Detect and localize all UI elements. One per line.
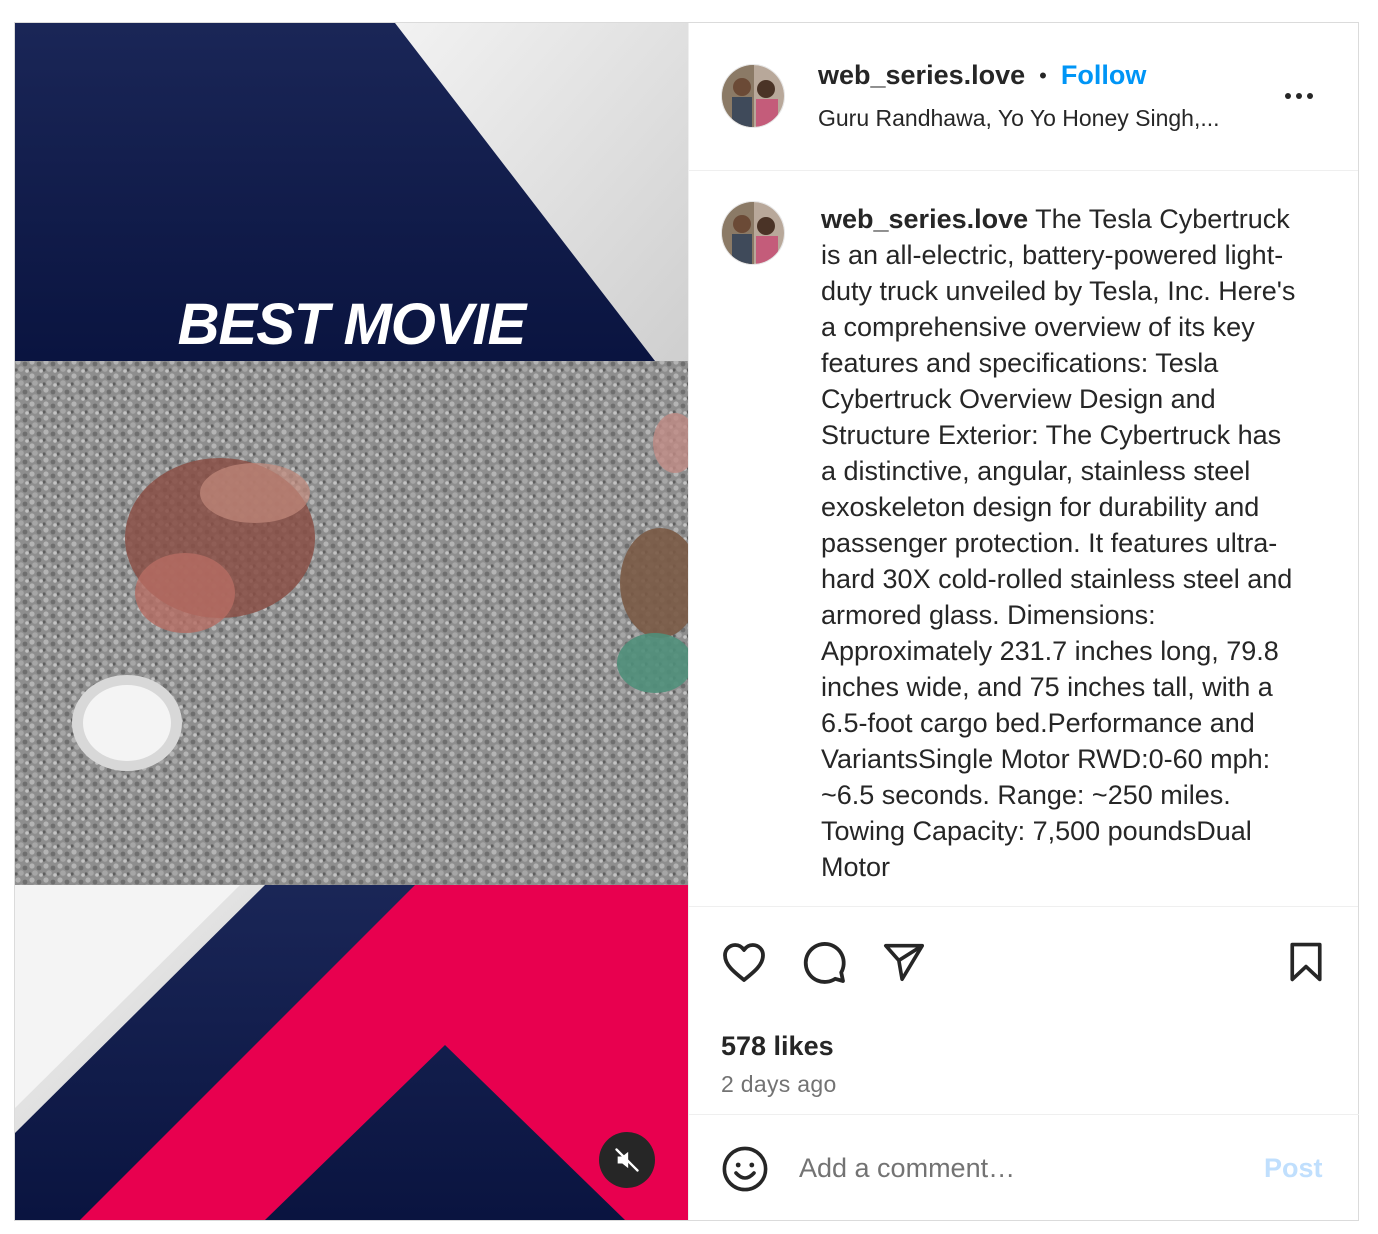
comment-bubble-icon	[803, 942, 846, 984]
header-separator: •	[1039, 62, 1047, 88]
smiley-icon	[722, 1146, 768, 1192]
heart-icon	[723, 943, 765, 982]
paper-plane-icon	[883, 943, 925, 982]
caption-text-block: web_series.love The Tesla Cybertruck is …	[821, 201, 1303, 885]
follow-button[interactable]: Follow	[1061, 60, 1146, 91]
like-button[interactable]	[719, 937, 769, 987]
header-user-row: web_series.love • Follow	[818, 60, 1146, 91]
likes-count[interactable]: 578 likes	[721, 1031, 834, 1062]
header-username[interactable]: web_series.love	[818, 60, 1025, 91]
share-button[interactable]	[879, 937, 929, 987]
post-comment-button[interactable]: Post	[1264, 1153, 1323, 1184]
save-button[interactable]	[1281, 937, 1331, 987]
comment-input[interactable]	[799, 1143, 1239, 1193]
more-horizontal-icon	[1285, 93, 1313, 99]
caption-username[interactable]: web_series.love	[821, 204, 1028, 234]
post-side-panel: web_series.love • Follow Guru Randhawa, …	[688, 23, 1359, 1220]
mute-toggle-button[interactable]	[599, 1132, 655, 1188]
video-frame	[15, 23, 688, 1220]
comment-bar: Post	[689, 1114, 1359, 1220]
post-media[interactable]: BEST MOVIE	[15, 23, 688, 1220]
emoji-picker-button[interactable]	[721, 1145, 769, 1193]
action-bar	[689, 907, 1358, 1005]
avatar[interactable]	[721, 64, 785, 128]
caption-avatar[interactable]	[721, 201, 785, 265]
avatar-image	[722, 65, 784, 127]
comment-button[interactable]	[799, 937, 849, 987]
post-timestamp[interactable]: 2 days ago	[721, 1071, 837, 1098]
more-options-button[interactable]	[1279, 81, 1319, 111]
post-card: BEST MOVIE web_series.love • Follow Guru…	[14, 22, 1359, 1221]
post-header: web_series.love • Follow Guru Randhawa, …	[689, 23, 1358, 171]
avatar-image	[722, 202, 784, 264]
caption-area[interactable]: web_series.love The Tesla Cybertruck is …	[689, 171, 1358, 907]
speaker-muted-icon	[615, 1148, 639, 1172]
video-overlay-title: BEST MOVIE	[177, 292, 527, 357]
bookmark-icon	[1290, 942, 1322, 982]
audio-attribution[interactable]: Guru Randhawa, Yo Yo Honey Singh,...	[818, 105, 1220, 132]
caption-body: The Tesla Cybertruck is an all-electric,…	[821, 204, 1296, 882]
